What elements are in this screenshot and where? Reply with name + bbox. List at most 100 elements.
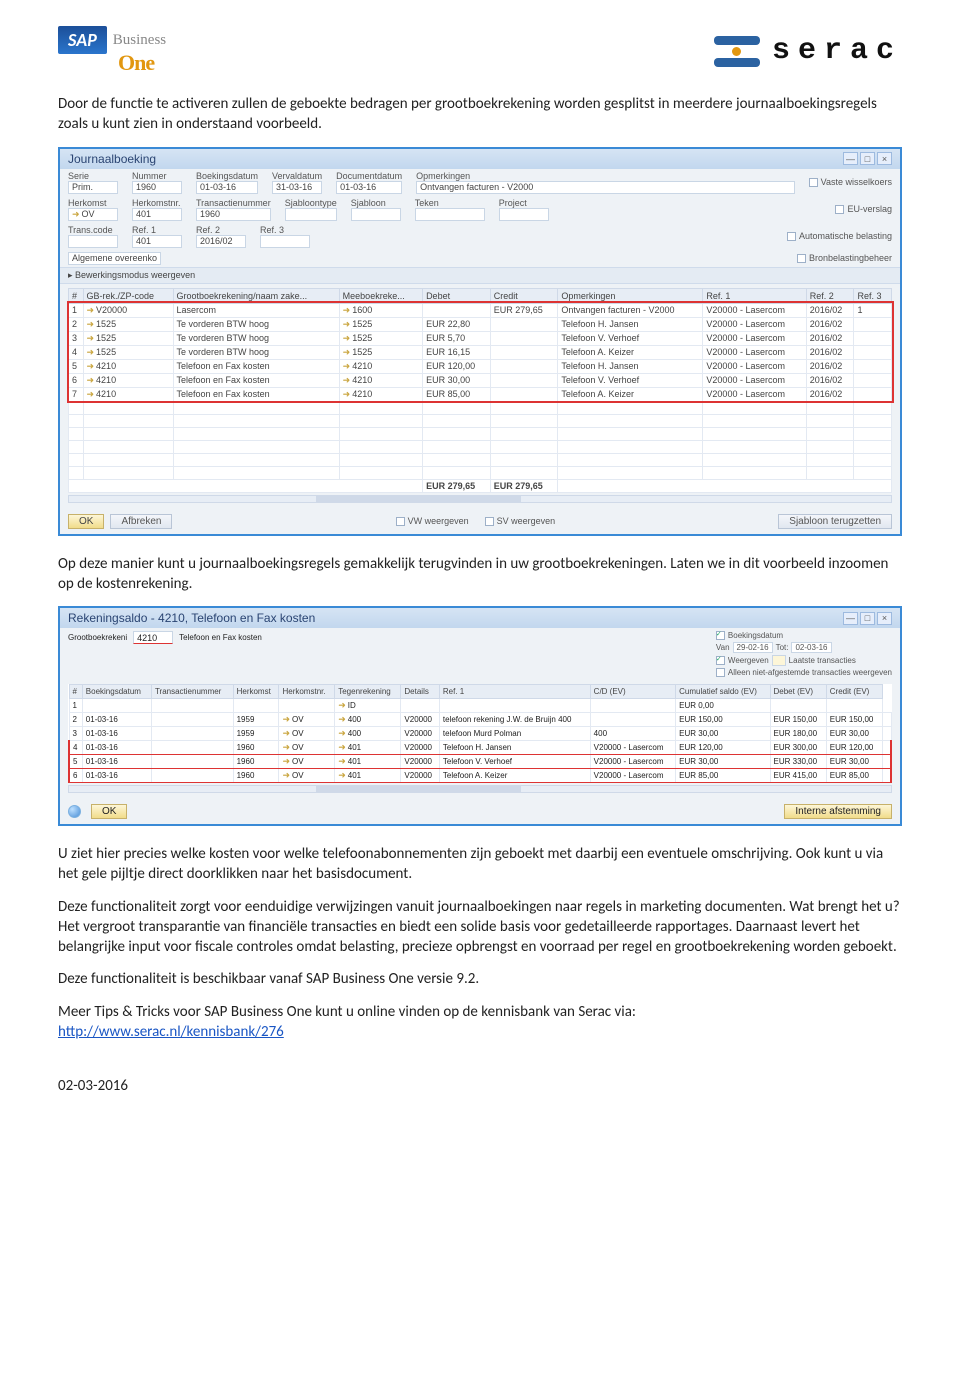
close-icon[interactable]: ×	[877, 152, 892, 165]
val-verval[interactable]: 31-03-16	[272, 181, 322, 194]
lbl-opm: Opmerkingen	[416, 171, 795, 181]
table-row	[69, 440, 892, 453]
col-header: GB-rek./ZP-code	[83, 288, 173, 303]
globe-icon[interactable]	[68, 805, 81, 818]
paragraph-6: Meer Tips & Tricks voor SAP Business One…	[58, 1002, 902, 1043]
afbreken-button[interactable]: Afbreken	[110, 514, 172, 529]
val-r2[interactable]: 2016/02	[196, 235, 246, 248]
table-row[interactable]: 301-03-161959➜OV➜400V20000telefoon Murd …	[69, 727, 891, 741]
lbl-serie: Serie	[68, 171, 118, 181]
val-herknr[interactable]: 401	[132, 208, 182, 221]
val-herk[interactable]: ➜OV	[68, 208, 118, 221]
col-header: Debet (EV)	[770, 685, 826, 699]
table-row[interactable]: 5➜4210Telefoon en Fax kosten➜4210EUR 120…	[69, 359, 892, 373]
val-opm[interactable]: Ontvangen facturen - V2000	[416, 181, 795, 194]
win2-title: Rekeningsaldo - 4210, Telefoon en Fax ko…	[68, 611, 315, 625]
sap-one: One	[118, 50, 166, 76]
table-row	[69, 453, 892, 466]
journal-table: #GB-rek./ZP-codeGrootboekrekening/naam z…	[68, 288, 892, 493]
drill-icon[interactable]: ➜	[72, 209, 80, 220]
lbl-tek: Teken	[415, 198, 485, 208]
val-boekdat[interactable]: 01-03-16	[196, 181, 258, 194]
lbl-docdat: Documentdatum	[336, 171, 402, 181]
val-r1[interactable]: 401	[132, 235, 182, 248]
paragraph-1: Door de functie te activeren zullen de g…	[58, 94, 902, 135]
table-row	[69, 427, 892, 440]
lbl-vw: VW weergeven	[408, 516, 469, 526]
minimize-icon[interactable]: —	[843, 152, 858, 165]
table-row[interactable]: 3➜1525Te vorderen BTW hoog➜1525EUR 5,70T…	[69, 331, 892, 345]
val-tot[interactable]: 02-03-16	[791, 642, 831, 653]
serac-logo: serac	[714, 34, 902, 68]
table-row[interactable]: 4➜1525Te vorderen BTW hoog➜1525EUR 16,15…	[69, 345, 892, 359]
win1-title: Journaalboeking	[68, 152, 156, 166]
col-header: Meeboekreke...	[339, 288, 422, 303]
col-header: Transactienummer	[151, 685, 233, 699]
val-proj[interactable]	[499, 208, 549, 221]
table-row[interactable]: 401-03-161960➜OV➜401V20000Telefoon H. Ja…	[69, 741, 891, 755]
maximize-icon[interactable]: □	[860, 612, 875, 625]
val-van[interactable]: 29-02-16	[733, 642, 773, 653]
val-r3[interactable]	[260, 235, 310, 248]
val-alg[interactable]: Algemene overeenko	[68, 252, 161, 265]
lbl-gbk: Grootboekrekeni	[68, 633, 127, 642]
chk-alleen[interactable]	[716, 668, 725, 677]
val-nummer[interactable]: 1960	[132, 181, 182, 194]
p6-text: Meer Tips & Tricks voor SAP Business One…	[58, 1003, 636, 1021]
col-header: Credit (EV)	[826, 685, 882, 699]
lbl-trans: Transactienummer	[196, 198, 271, 208]
table-row[interactable]: 1➜V20000Lasercom➜1600EUR 279,65Ontvangen…	[69, 303, 892, 317]
intern-button[interactable]: Interne afstemming	[784, 804, 892, 819]
sjabloon-button[interactable]: Sjabloon terugzetten	[778, 514, 892, 529]
val-docdat[interactable]: 01-03-16	[336, 181, 402, 194]
val-gbk[interactable]: 4210	[133, 631, 173, 644]
chk-vw[interactable]	[396, 517, 405, 526]
chk-weerg[interactable]	[716, 656, 725, 665]
chk-auto[interactable]	[787, 232, 796, 241]
val-sjt[interactable]	[285, 208, 337, 221]
lbl-sv: SV weergeven	[497, 516, 556, 526]
val-trans[interactable]: 1960	[196, 208, 271, 221]
val-serie[interactable]: Prim.	[68, 181, 118, 194]
chk-eu[interactable]	[835, 205, 844, 214]
lbl-tot: Tot:	[776, 643, 789, 652]
table-row[interactable]: 7➜4210Telefoon en Fax kosten➜4210EUR 85,…	[69, 387, 892, 401]
table-row[interactable]: 6➜4210Telefoon en Fax kosten➜4210EUR 30,…	[69, 373, 892, 387]
hscroll[interactable]	[68, 495, 892, 503]
table-row[interactable]: 201-03-161959➜OV➜400V20000telefoon reken…	[69, 713, 891, 727]
lbl-laatste: Laatste transacties	[789, 656, 856, 665]
expander-icon[interactable]: ▸	[68, 270, 73, 280]
sap-logo: SAP Business One	[58, 26, 166, 76]
chk-sv[interactable]	[485, 517, 494, 526]
lbl-sjt: Sjabloontype	[285, 198, 337, 208]
table-row[interactable]: 501-03-161960➜OV➜401V20000Telefoon V. Ve…	[69, 755, 891, 769]
col-header: Credit	[490, 288, 558, 303]
chk-bron[interactable]	[797, 254, 806, 263]
lbl-nummer: Nummer	[132, 171, 182, 181]
lbl-boekdat: Boekingsdatum	[196, 171, 258, 181]
kennisbank-link[interactable]: http://www.serac.nl/kennisbank/276	[58, 1023, 284, 1041]
lbl-auto: Automatische belasting	[799, 231, 892, 241]
val-weerg[interactable]	[772, 655, 786, 666]
chk-vaste[interactable]	[809, 178, 818, 187]
table-row[interactable]: 1➜IDEUR 0,00	[69, 699, 891, 713]
table-row[interactable]: 2➜1525Te vorderen BTW hoog➜1525EUR 22,80…	[69, 317, 892, 331]
hscroll[interactable]	[68, 785, 892, 793]
col-header: Ref. 1	[439, 685, 590, 699]
val-sj[interactable]	[351, 208, 401, 221]
minimize-icon[interactable]: —	[843, 612, 858, 625]
val-tc[interactable]	[68, 235, 118, 248]
chk-boek[interactable]	[716, 631, 725, 640]
ok-button[interactable]: OK	[68, 514, 104, 529]
col-header: C/D (EV)	[590, 685, 675, 699]
lbl-bewerk: Bewerkingsmodus weergeven	[75, 270, 195, 280]
lbl-herk: Herkomst	[68, 198, 118, 208]
close-icon[interactable]: ×	[877, 612, 892, 625]
maximize-icon[interactable]: □	[860, 152, 875, 165]
table-row[interactable]: 601-03-161960➜OV➜401V20000Telefoon A. Ke…	[69, 769, 891, 783]
sap-badge: SAP	[58, 26, 107, 54]
col-header: Boekingsdatum	[82, 685, 151, 699]
total-credit: EUR 279,65	[490, 479, 558, 492]
ok-button[interactable]: OK	[91, 804, 127, 819]
val-tek[interactable]	[415, 208, 485, 221]
